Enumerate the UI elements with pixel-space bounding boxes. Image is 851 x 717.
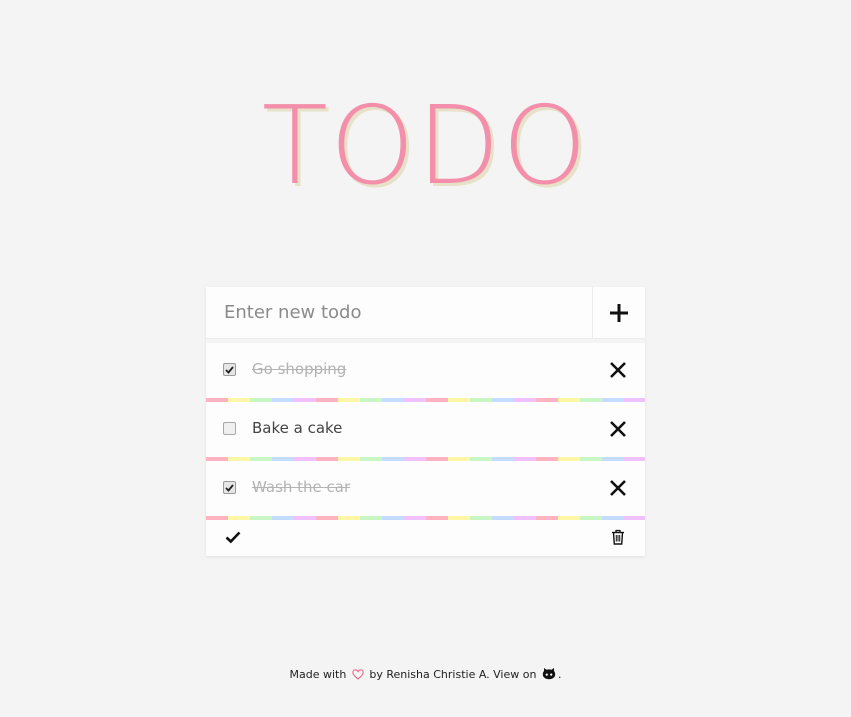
check-all-button[interactable]	[225, 530, 241, 544]
checkmark-icon	[225, 483, 234, 492]
todo-checkbox[interactable]	[223, 481, 236, 494]
delete-todo-button[interactable]	[607, 477, 629, 499]
author-text: by Renisha Christie A. View on	[369, 668, 537, 681]
checkmark-icon	[225, 365, 234, 374]
credit-footer: Made with by Renisha Christie A. View on…	[0, 667, 851, 682]
app-title: TODO	[261, 84, 590, 209]
todo-text: Wash the car	[252, 478, 351, 496]
page: TODO Go shopping	[0, 0, 851, 717]
list-controls	[206, 520, 645, 556]
todo-checkbox[interactable]	[223, 422, 236, 435]
add-todo-button[interactable]	[592, 287, 645, 338]
close-icon	[610, 421, 626, 437]
delete-todo-button[interactable]	[607, 359, 629, 381]
credit-end: .	[557, 668, 562, 681]
trash-icon[interactable]	[611, 529, 625, 545]
todo-text: Go shopping	[252, 360, 347, 378]
todo-item: Bake a cake	[206, 402, 645, 457]
close-icon	[610, 362, 626, 378]
new-todo-row	[206, 287, 645, 339]
todo-card: Go shopping Bake a cake	[206, 287, 645, 556]
todo-text: Bake a cake	[252, 419, 343, 437]
todo-item: Wash the car	[206, 461, 645, 516]
heart-icon	[352, 669, 364, 680]
plus-icon	[610, 303, 628, 322]
todo-checkbox[interactable]	[223, 363, 236, 376]
close-icon	[610, 480, 626, 496]
delete-todo-button[interactable]	[607, 418, 629, 440]
new-todo-input[interactable]	[206, 287, 592, 338]
made-with-text: Made with	[289, 668, 347, 681]
todo-item: Go shopping	[206, 343, 645, 398]
todo-list: Go shopping Bake a cake Wash the car	[206, 343, 645, 556]
github-icon[interactable]	[542, 667, 556, 680]
